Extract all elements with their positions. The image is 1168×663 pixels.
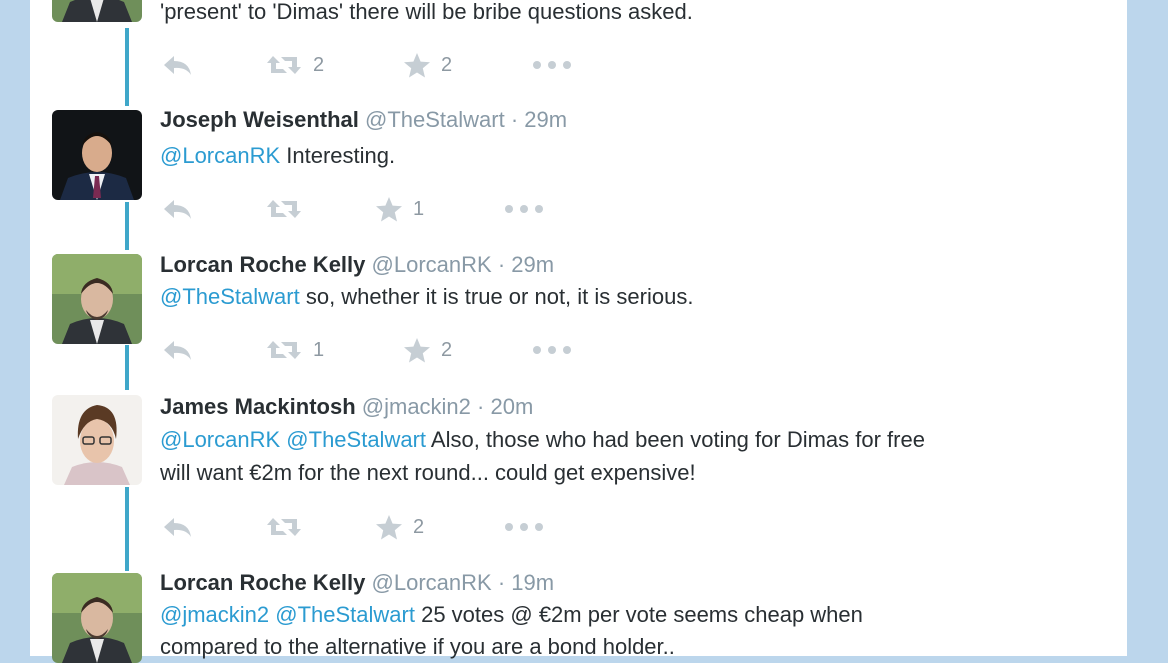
more-dots-icon (533, 346, 571, 354)
favorite-button[interactable]: 2 (375, 512, 424, 542)
mention-link[interactable]: @LorcanRK (160, 143, 280, 168)
retweet-button[interactable]: 1 (265, 335, 324, 365)
more-dots-icon (505, 523, 543, 531)
tweet-text-segment: so, whether it is true or not, it is ser… (299, 284, 694, 309)
timestamp[interactable]: 20m (490, 394, 533, 419)
tweet-header: Lorcan Roche Kelly @LorcanRK · 19m (160, 570, 554, 596)
retweet-icon (267, 200, 301, 218)
reply-button[interactable] (160, 194, 194, 224)
more-dots-icon (533, 61, 571, 69)
tweet-text: @LorcanRK Interesting. (160, 139, 395, 172)
author-handle[interactable]: @TheStalwart (365, 107, 505, 132)
tweet-text: 'present' to 'Dimas' there will be bribe… (160, 0, 693, 28)
favorite-count: 2 (441, 338, 453, 361)
favorite-star-icon (376, 197, 402, 222)
timestamp[interactable]: 19m (511, 570, 554, 595)
author-handle[interactable]: @LorcanRK (372, 570, 492, 595)
favorite-star-icon (376, 515, 402, 540)
tweet-text: @TheStalwart so, whether it is true or n… (160, 280, 693, 313)
retweet-count: 1 (313, 338, 325, 361)
more-button[interactable] (532, 50, 572, 80)
tweet-text: @LorcanRK @TheStalwart Also, those who h… (160, 423, 925, 456)
favorite-button[interactable]: 2 (403, 50, 452, 80)
reply-icon (164, 518, 191, 537)
favorite-button[interactable]: 1 (375, 194, 424, 224)
reply-button[interactable] (160, 50, 194, 80)
reply-icon (164, 56, 191, 75)
tweet-text: @jmackin2 @TheStalwart 25 votes @ €2m pe… (160, 598, 863, 631)
mention-link[interactable]: @jmackin2 (160, 602, 269, 627)
retweet-button[interactable] (265, 194, 313, 224)
more-button[interactable] (504, 512, 544, 542)
retweet-icon (267, 341, 301, 359)
tweet[interactable]: James Mackintosh @jmackin2 · 20m @Lorcan… (30, 392, 1127, 567)
timeline-panel: 'present' to 'Dimas' there will be bribe… (30, 0, 1127, 663)
tweet-text-segment: Interesting. (280, 143, 396, 168)
retweet-icon (267, 518, 301, 536)
separator-dot: · (497, 252, 506, 277)
separator-dot: · (510, 107, 519, 132)
author-name[interactable]: Joseph Weisenthal (160, 107, 359, 132)
reply-button[interactable] (160, 335, 194, 365)
tweet-header: Joseph Weisenthal @TheStalwart · 29m (160, 107, 567, 133)
author-name[interactable]: Lorcan Roche Kelly (160, 570, 365, 595)
retweet-button[interactable] (265, 512, 313, 542)
tweet-header: James Mackintosh @jmackin2 · 20m (160, 394, 533, 420)
mention-link[interactable]: @TheStalwart (286, 427, 426, 452)
reply-icon (164, 200, 191, 219)
favorite-star-icon (404, 338, 430, 363)
tweet[interactable]: Lorcan Roche Kelly @LorcanRK · 19m @jmac… (30, 569, 1127, 663)
avatar[interactable] (52, 254, 142, 344)
avatar[interactable] (52, 0, 142, 22)
retweet-icon (267, 56, 301, 74)
mention-link[interactable]: @LorcanRK (160, 427, 280, 452)
more-button[interactable] (532, 335, 572, 365)
favorite-button[interactable]: 2 (403, 335, 452, 365)
tweet-text-segment: Also, those who had been voting for Dima… (426, 427, 925, 452)
author-handle[interactable]: @jmackin2 (362, 394, 471, 419)
author-name[interactable]: James Mackintosh (160, 394, 356, 419)
tweet-text-segment: 'present' to 'Dimas' there will be bribe… (160, 0, 693, 24)
mention-link[interactable]: @TheStalwart (160, 284, 300, 309)
tweet-text-segment: 25 votes @ €2m per vote seems cheap when (414, 602, 863, 627)
avatar[interactable] (52, 395, 142, 485)
more-button[interactable] (504, 194, 544, 224)
tweet-header: Lorcan Roche Kelly @LorcanRK · 29m (160, 252, 554, 278)
avatar[interactable] (52, 573, 142, 663)
tweet[interactable]: 'present' to 'Dimas' there will be bribe… (30, 0, 1127, 90)
avatar[interactable] (52, 110, 142, 200)
more-dots-icon (505, 205, 543, 213)
timestamp[interactable]: 29m (511, 252, 554, 277)
favorite-count: 2 (413, 515, 425, 538)
tweet-text-line2: will want €2m for the next round... coul… (160, 460, 696, 485)
retweet-button[interactable]: 2 (265, 50, 324, 80)
reply-icon (164, 341, 191, 360)
favorite-count: 1 (413, 197, 425, 220)
tweet-text-line2: compared to the alternative if you are a… (160, 634, 675, 659)
timestamp[interactable]: 29m (524, 107, 567, 132)
favorite-count: 2 (441, 53, 453, 76)
separator-dot: · (477, 394, 485, 419)
favorite-star-icon (404, 53, 430, 78)
tweet[interactable]: Lorcan Roche Kelly @LorcanRK · 29m @TheS… (30, 250, 1127, 390)
retweet-count: 2 (313, 53, 325, 76)
separator-dot: · (497, 570, 506, 595)
author-handle[interactable]: @LorcanRK (372, 252, 492, 277)
author-name[interactable]: Lorcan Roche Kelly (160, 252, 365, 277)
reply-button[interactable] (160, 512, 194, 542)
tweet[interactable]: Joseph Weisenthal @TheStalwart · 29m @Lo… (30, 106, 1127, 246)
mention-link[interactable]: @TheStalwart (275, 602, 415, 627)
